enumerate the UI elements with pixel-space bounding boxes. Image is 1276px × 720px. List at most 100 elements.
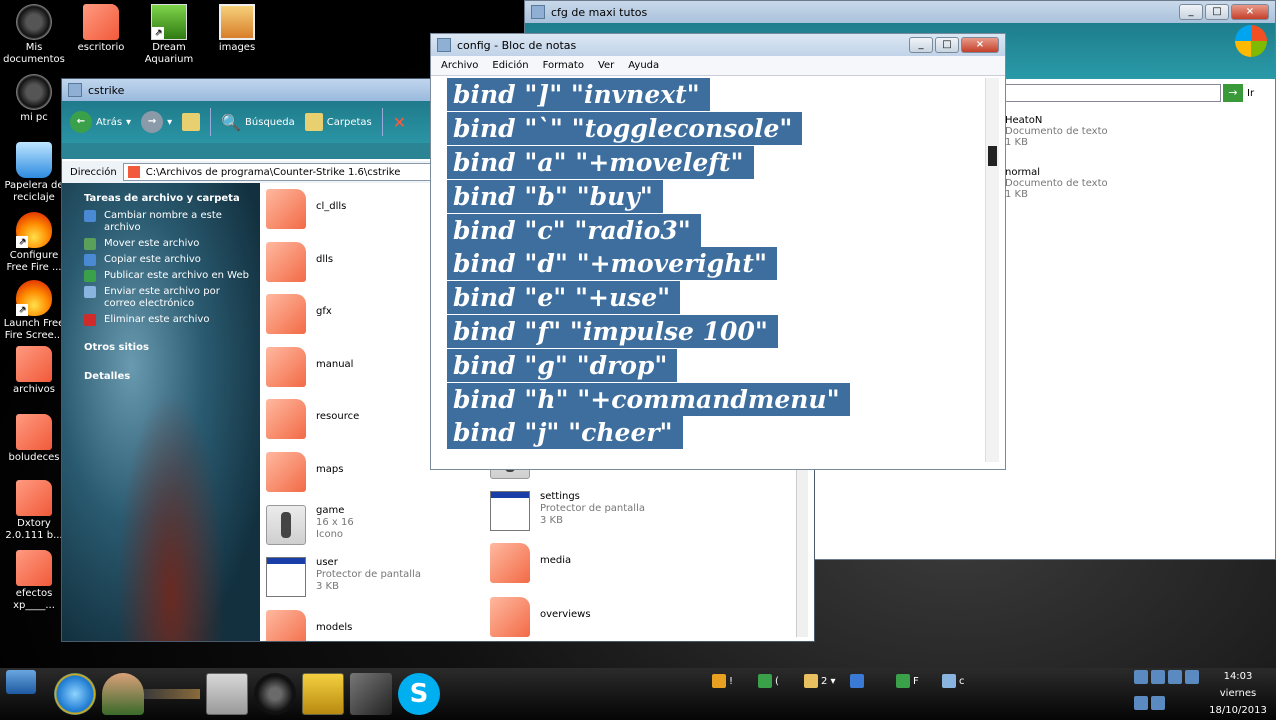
file-item[interactable]: media	[490, 543, 571, 583]
text-line: bind "f" "impulse 100"	[447, 314, 989, 349]
minimize-button[interactable]: _	[909, 37, 933, 53]
back-arrow-icon: ←	[70, 111, 92, 133]
tray-icon[interactable]	[1185, 670, 1199, 684]
internet-explorer-icon[interactable]	[54, 673, 96, 715]
counter-strike-icon[interactable]	[206, 673, 248, 715]
folders-button[interactable]: Carpetas	[304, 113, 372, 131]
soldier-icon[interactable]	[102, 673, 144, 715]
start-button[interactable]	[6, 670, 36, 694]
task-label: 2 ▾	[821, 675, 836, 687]
rifle-icon[interactable]	[144, 689, 200, 699]
clock[interactable]: 14:03 viernes 18/10/2013	[1208, 668, 1268, 720]
up-folder-button[interactable]	[182, 113, 201, 131]
delete-button[interactable]: ✕	[393, 113, 406, 132]
desktop-icon-label: Mis documentos	[3, 42, 65, 65]
tray-icon[interactable]	[1168, 670, 1182, 684]
desktop-icon[interactable]: archivos	[0, 346, 68, 396]
notepad-titlebar[interactable]: config - Bloc de notas _ □ ×	[431, 34, 1005, 56]
taskbar-task-button[interactable]: 2 ▾	[804, 672, 842, 690]
other-places-heading[interactable]: Otros sitios	[62, 328, 260, 357]
tray-icon[interactable]	[1151, 670, 1165, 684]
desktop-icon[interactable]: Dxtory 2.0.111 b...	[0, 480, 68, 542]
taskbar-task-button[interactable]: c	[942, 672, 980, 690]
cfg-address-bar[interactable]: → Ir	[1005, 83, 1273, 103]
search-button[interactable]: 🔍 Búsqueda	[221, 113, 295, 132]
task-item[interactable]: Enviar este archivo por correo electróni…	[62, 284, 260, 312]
desktop-icon[interactable]: boludeces	[0, 414, 68, 464]
desktop-icon[interactable]: mi pc	[0, 74, 68, 124]
file-item[interactable]: cl_dlls	[266, 189, 346, 229]
close-button[interactable]: ×	[1231, 4, 1269, 20]
cfg-titlebar[interactable]: cfg de maxi tutos _ □ ×	[525, 1, 1275, 23]
go-arrow-icon[interactable]: →	[1223, 84, 1243, 102]
tray-icon[interactable]	[1151, 695, 1165, 710]
desktop-icon[interactable]: efectos xp____...	[0, 550, 68, 612]
close-button[interactable]: ×	[961, 37, 999, 53]
desktop-icon[interactable]: Mis documentos	[0, 4, 68, 66]
file-item[interactable]: gfx	[266, 294, 332, 335]
selected-text: bind "h" "+commandmenu"	[447, 382, 850, 416]
tasks-heading[interactable]: Tareas de archivo y carpeta	[62, 183, 260, 208]
desktop-icon[interactable]: images	[203, 4, 271, 54]
tray-icon[interactable]	[1134, 695, 1148, 710]
details-heading[interactable]: Detalles	[62, 357, 260, 386]
desktop-icon[interactable]: Launch Free Fire Scree...	[0, 280, 68, 342]
file-item[interactable]: settings Protector de pantalla 3 KB	[490, 491, 645, 531]
skype-icon[interactable]: S	[398, 673, 440, 715]
notepad-window[interactable]: config - Bloc de notas _ □ × Archivo Edic…	[430, 33, 1006, 470]
menu-item-formato[interactable]: Formato	[543, 60, 584, 71]
pen-tool-icon[interactable]	[350, 673, 392, 715]
chevron-down-icon[interactable]: ▾	[126, 117, 131, 128]
scrollbar-thumb[interactable]	[988, 146, 997, 166]
taskbar-task-button[interactable]: (	[758, 672, 796, 690]
file-item[interactable]: models	[266, 609, 352, 641]
cfg-file-item[interactable]: normal Documento de texto 1 KB	[1005, 167, 1108, 200]
maximize-button[interactable]: □	[935, 37, 959, 53]
forward-button[interactable]: → ▾	[141, 111, 172, 133]
fire-icon	[16, 212, 52, 248]
notepad-scrollbar[interactable]	[985, 78, 999, 462]
selected-text: bind "d" "+moveright"	[447, 247, 778, 281]
maximize-button[interactable]: □	[1205, 4, 1229, 20]
task-item[interactable]: Mover este archivo	[62, 236, 260, 252]
menu-item-ver[interactable]: Ver	[598, 60, 614, 71]
minimize-button[interactable]: _	[1179, 4, 1203, 20]
desktop-icon[interactable]: escritorio	[67, 4, 135, 54]
taskbar-task-button[interactable]: !	[712, 672, 750, 690]
file-item[interactable]: manual	[266, 346, 353, 387]
file-item[interactable]: game 16 x 16 Icono	[266, 504, 354, 545]
menu-item-ayuda[interactable]: Ayuda	[628, 60, 659, 71]
task-item[interactable]: Copiar este archivo	[62, 252, 260, 268]
file-item[interactable]: maps	[266, 452, 343, 492]
task-item[interactable]: Publicar este archivo en Web	[62, 268, 260, 284]
folder-icon	[531, 5, 545, 19]
menu-item-edicion[interactable]: Edición	[492, 60, 528, 71]
file-meta: Protector de pantalla	[540, 503, 645, 514]
file-item[interactable]: resource	[266, 399, 359, 440]
menu-item-archivo[interactable]: Archivo	[441, 60, 478, 71]
desktop-icon[interactable]: Papelera de reciclaje	[0, 142, 68, 204]
tray-icon[interactable]	[1134, 670, 1148, 684]
text-line: bind "c" "radio3"	[447, 213, 989, 247]
cfg-address-input[interactable]	[1005, 84, 1221, 102]
counter-strike-source-icon[interactable]	[302, 673, 344, 715]
notepad-text-area[interactable]: bind "]" "invnext" bind "`" "toggleconsol…	[439, 78, 989, 460]
desktop-icon[interactable]: Configure Free Fire ...	[0, 212, 68, 274]
file-item[interactable]: user Protector de pantalla 3 KB	[266, 557, 421, 598]
task-label: Copiar este archivo	[104, 254, 201, 265]
file-meta: Icono	[316, 528, 344, 540]
taskbar-task-button[interactable]	[850, 672, 888, 690]
file-item[interactable]: dlls	[266, 241, 333, 282]
dark-ring-icon[interactable]	[254, 673, 296, 715]
folder-icon	[127, 166, 140, 178]
task-item[interactable]: Cambiar nombre a este archivo	[62, 208, 260, 236]
file-item[interactable]: overviews	[490, 597, 591, 637]
folder-icon	[16, 346, 52, 382]
cfg-file-item[interactable]: HeatoN Documento de texto 1 KB	[1005, 115, 1108, 148]
task-item[interactable]: Eliminar este archivo	[62, 312, 260, 328]
counter-strike-icon	[266, 504, 306, 545]
taskbar-task-button[interactable]: F	[896, 672, 934, 690]
chevron-down-icon[interactable]: ▾	[167, 117, 172, 128]
back-button[interactable]: ← Atrás ▾	[70, 111, 131, 133]
desktop-icon[interactable]: Dream Aquarium	[135, 4, 203, 66]
